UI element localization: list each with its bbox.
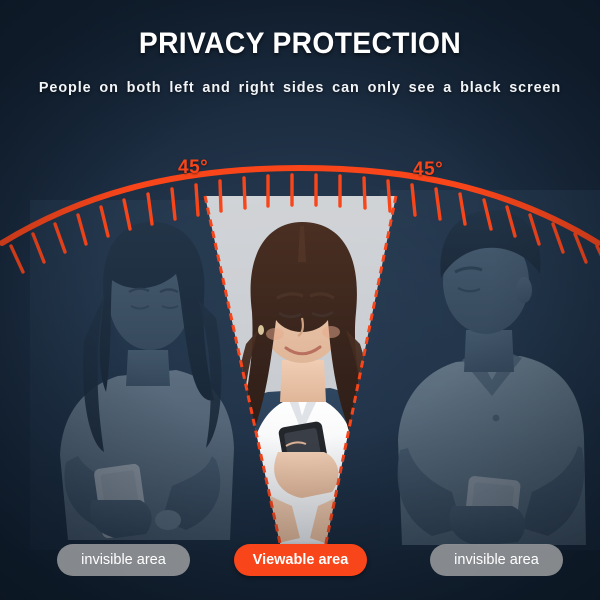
angle-label-right: 45°: [413, 159, 444, 180]
angle-label-left: 45°: [178, 157, 209, 178]
page-title: PRIVACY PROTECTION: [138, 27, 462, 60]
badge-viewable-area: Viewable area: [234, 544, 367, 576]
privacy-protection-infographic: PRIVACY PROTECTION People on both left a…: [0, 0, 600, 600]
page-subtitle: People on both left and right sides can …: [38, 80, 562, 96]
badge-invisible-left: invisible area: [57, 544, 190, 576]
badge-invisible-right: invisible area: [430, 544, 563, 576]
legend-badges: invisible area Viewable area invisible a…: [0, 544, 600, 578]
